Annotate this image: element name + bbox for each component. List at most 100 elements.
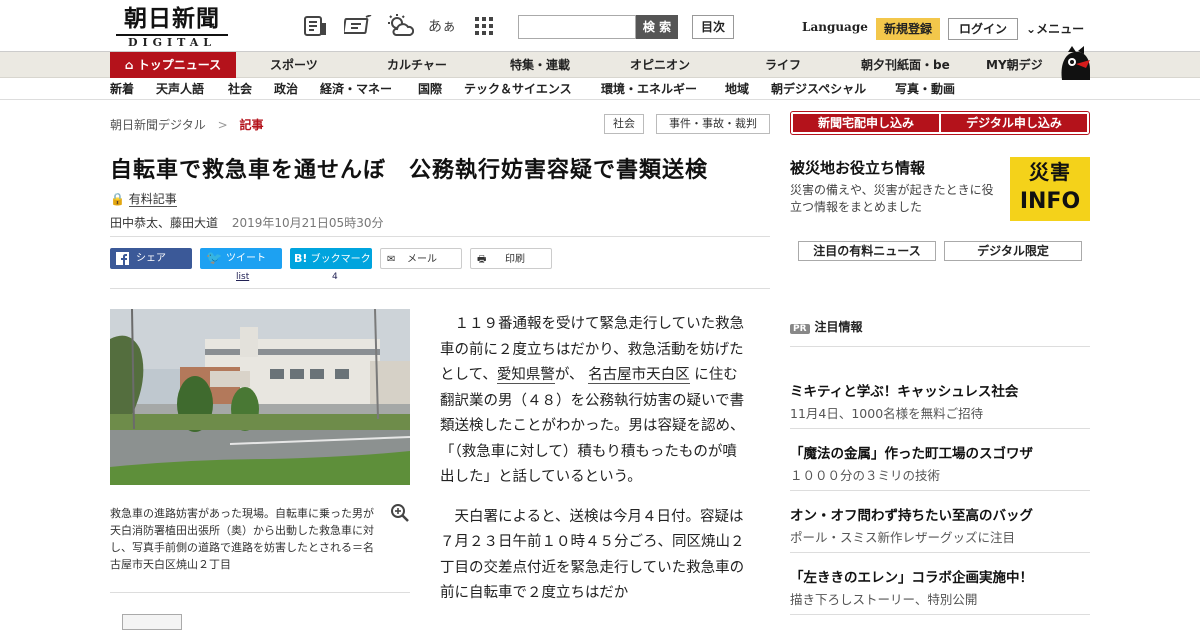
subnav-new[interactable]: 新着 [110,78,134,100]
disaster-info-title[interactable]: 被災地お役立ち情報 [790,157,925,178]
paid-label: 有料記事 [128,192,177,207]
logo-japanese: 朝日新聞 [124,5,220,32]
divider [790,552,1090,553]
breadcrumb-separator: > [217,118,228,132]
photo-caption: 救急車の進路妨害があった現場。自転車に乗った男が天白消防署植田出張所（奥）から出… [110,507,374,571]
subnav-international[interactable]: 国際 [418,78,442,100]
subnav-photo[interactable]: 写真・動画 [895,78,955,100]
register-button[interactable]: 新規登録 [876,18,940,40]
breadcrumb-home[interactable]: 朝日新聞デジタル [110,118,206,132]
tweet-button[interactable]: 🐦 ツイート [200,248,282,269]
pr-item-desc: ポール・スミス新作レザーグッズに注目 [790,530,1016,545]
article-body: １１９番通報を受けて緊急走行していた救急車の前に２度立ちはだかり、救急活動を妨げ… [440,312,746,621]
link-aichi-police[interactable]: 愛知県警 [496,367,555,384]
search-button[interactable]: 検 索 [636,15,678,39]
digital-only-button[interactable]: デジタル限定 [944,241,1082,261]
article-title: 自転車で救急車を通せんぼ 公務執行妨害容疑で書類送検 [110,158,709,183]
divider [110,288,770,289]
main-nav: ⌂ トップニュース スポーツ カルチャー 特集・連載 オピニオン ライフ 朝夕刊… [0,52,1200,78]
pr-item-desc: １０００分の３ミリの技術 [790,468,941,483]
tweet-label: ツイート [226,253,266,264]
nav-newspaper[interactable]: 朝夕刊紙面・be [861,52,950,78]
hatena-bookmark-button[interactable]: B! ブックマーク [290,248,372,269]
menu-label: メニュー [1036,22,1085,36]
font-size-icon[interactable]: あぁ [426,12,458,40]
authors: 田中恭太、藤田大道 [110,216,219,230]
home-icon: ⌂ [124,58,138,72]
sub-nav: 新着 天声人語 社会 政治 経済・マネー 国際 テック＆サイエンス 環境・エネル… [0,78,1200,100]
p1-text: が、 [554,367,584,383]
weather-icon[interactable] [384,12,416,40]
tag-society[interactable]: 社会 [604,114,644,134]
nav-top-news[interactable]: ⌂ トップニュース [110,52,236,78]
menu-button[interactable]: ⌄メニュー [1026,20,1084,37]
tag-incident[interactable]: 事件・事故・裁判 [656,114,770,134]
logo-english: DIGITAL [116,34,228,49]
zoom-icon[interactable] [390,503,410,523]
facebook-share-button[interactable]: シェア [110,248,192,269]
tweet-count[interactable]: list [236,272,249,282]
grid-icon[interactable] [468,12,500,40]
nav-culture[interactable]: カルチャー [387,52,447,78]
search-input[interactable] [518,15,636,39]
divider [790,346,1090,347]
mail-button[interactable]: ✉ メール [380,248,462,269]
pr-item-desc: 描き下ろしストーリー、特別公開 [790,592,978,607]
subnav-tech[interactable]: テック＆サイエンス [464,78,572,100]
link-tenpaku[interactable]: 名古屋市天白区 [588,367,690,384]
chevron-down-icon: ⌄ [1026,22,1037,36]
divider [790,614,1090,615]
subnav-politics[interactable]: 政治 [274,78,298,100]
disaster-badge-bottom: INFO [1019,189,1081,214]
nav-my-asahi[interactable]: MY朝デジ [986,52,1043,78]
mail-icon: ✉ [387,254,396,265]
nav-life[interactable]: ライフ [765,52,801,78]
bookmark-count: 4 [332,272,338,282]
subnav-environment[interactable]: 環境・エネルギー [601,78,697,100]
subscription-buttons: 新聞宅配申し込み デジタル申し込み [790,111,1090,135]
delivery-signup-button[interactable]: 新聞宅配申し込み [793,114,939,132]
newspaper-icon[interactable] [300,12,332,40]
nav-sports[interactable]: スポーツ [270,52,318,78]
language-link[interactable]: Language [802,20,868,34]
subnav-tensei[interactable]: 天声人語 [156,78,204,100]
nav-features[interactable]: 特集・連載 [510,52,570,78]
megaphone-icon[interactable] [342,12,374,40]
digital-signup-button[interactable]: デジタル申し込み [941,114,1087,132]
paid-news-button[interactable]: 注目の有料ニュース [798,241,936,261]
pr-item-title[interactable]: 「魔法の金属」作った町工場のスゴワザ [790,442,1033,462]
disaster-info-desc: 災害の備えや、災害が起きたときに役立つ情報をまとめました [790,183,994,214]
bookmark-label: ブックマーク [310,254,371,265]
pr-item-title[interactable]: 「左ききのエレン」コラボ企画実施中！ [790,566,1033,586]
pr-item-title[interactable]: オン・オフ問わず持ちたい至高のバッグ [790,504,1033,524]
breadcrumb: 朝日新聞デジタル > 記事 [110,116,264,133]
pr-item-title[interactable]: ミキティと学ぶ！キャッシュレス社会 [790,380,1018,400]
article-photo[interactable] [110,309,410,485]
pr-badge: PR [790,324,810,334]
subnav-special[interactable]: 朝デジスペシャル [771,78,866,100]
breadcrumb-current: 記事 [239,118,264,132]
related-thumbnail[interactable] [122,614,182,630]
nav-opinion[interactable]: オピニオン [630,52,690,78]
paid-article-label: 🔒 有料記事 [110,190,177,207]
mail-label: メール [407,254,437,265]
subnav-society[interactable]: 社会 [228,78,252,100]
print-button[interactable]: 🖶 印刷 [470,248,552,269]
hatena-icon: B! [294,252,308,265]
divider [790,490,1090,491]
lock-icon: 🔒 [110,192,125,206]
divider [110,592,410,593]
divider [790,428,1090,429]
byline: 田中恭太、藤田大道 2019年10月21日05時30分 [110,214,383,231]
header-tools: あぁ [300,12,500,40]
nav-top-news-label: トップニュース [137,58,222,72]
p1-text: に住む翻訳業の男（４８）を公務執行妨害の疑いで書類送検したことがわかった。男は容… [440,367,745,485]
site-logo[interactable]: 朝日新聞 DIGITAL [116,6,228,49]
pr-item-desc: 11月4日、1000名様を無料ご招待 [790,406,984,421]
subnav-economy[interactable]: 経済・マネー [320,78,392,100]
facebook-icon [116,252,129,265]
index-button[interactable]: 目次 [692,15,734,39]
disaster-info-badge[interactable]: 災害 INFO [1010,157,1090,221]
subnav-region[interactable]: 地域 [725,78,749,100]
login-button[interactable]: ログイン [948,18,1018,40]
